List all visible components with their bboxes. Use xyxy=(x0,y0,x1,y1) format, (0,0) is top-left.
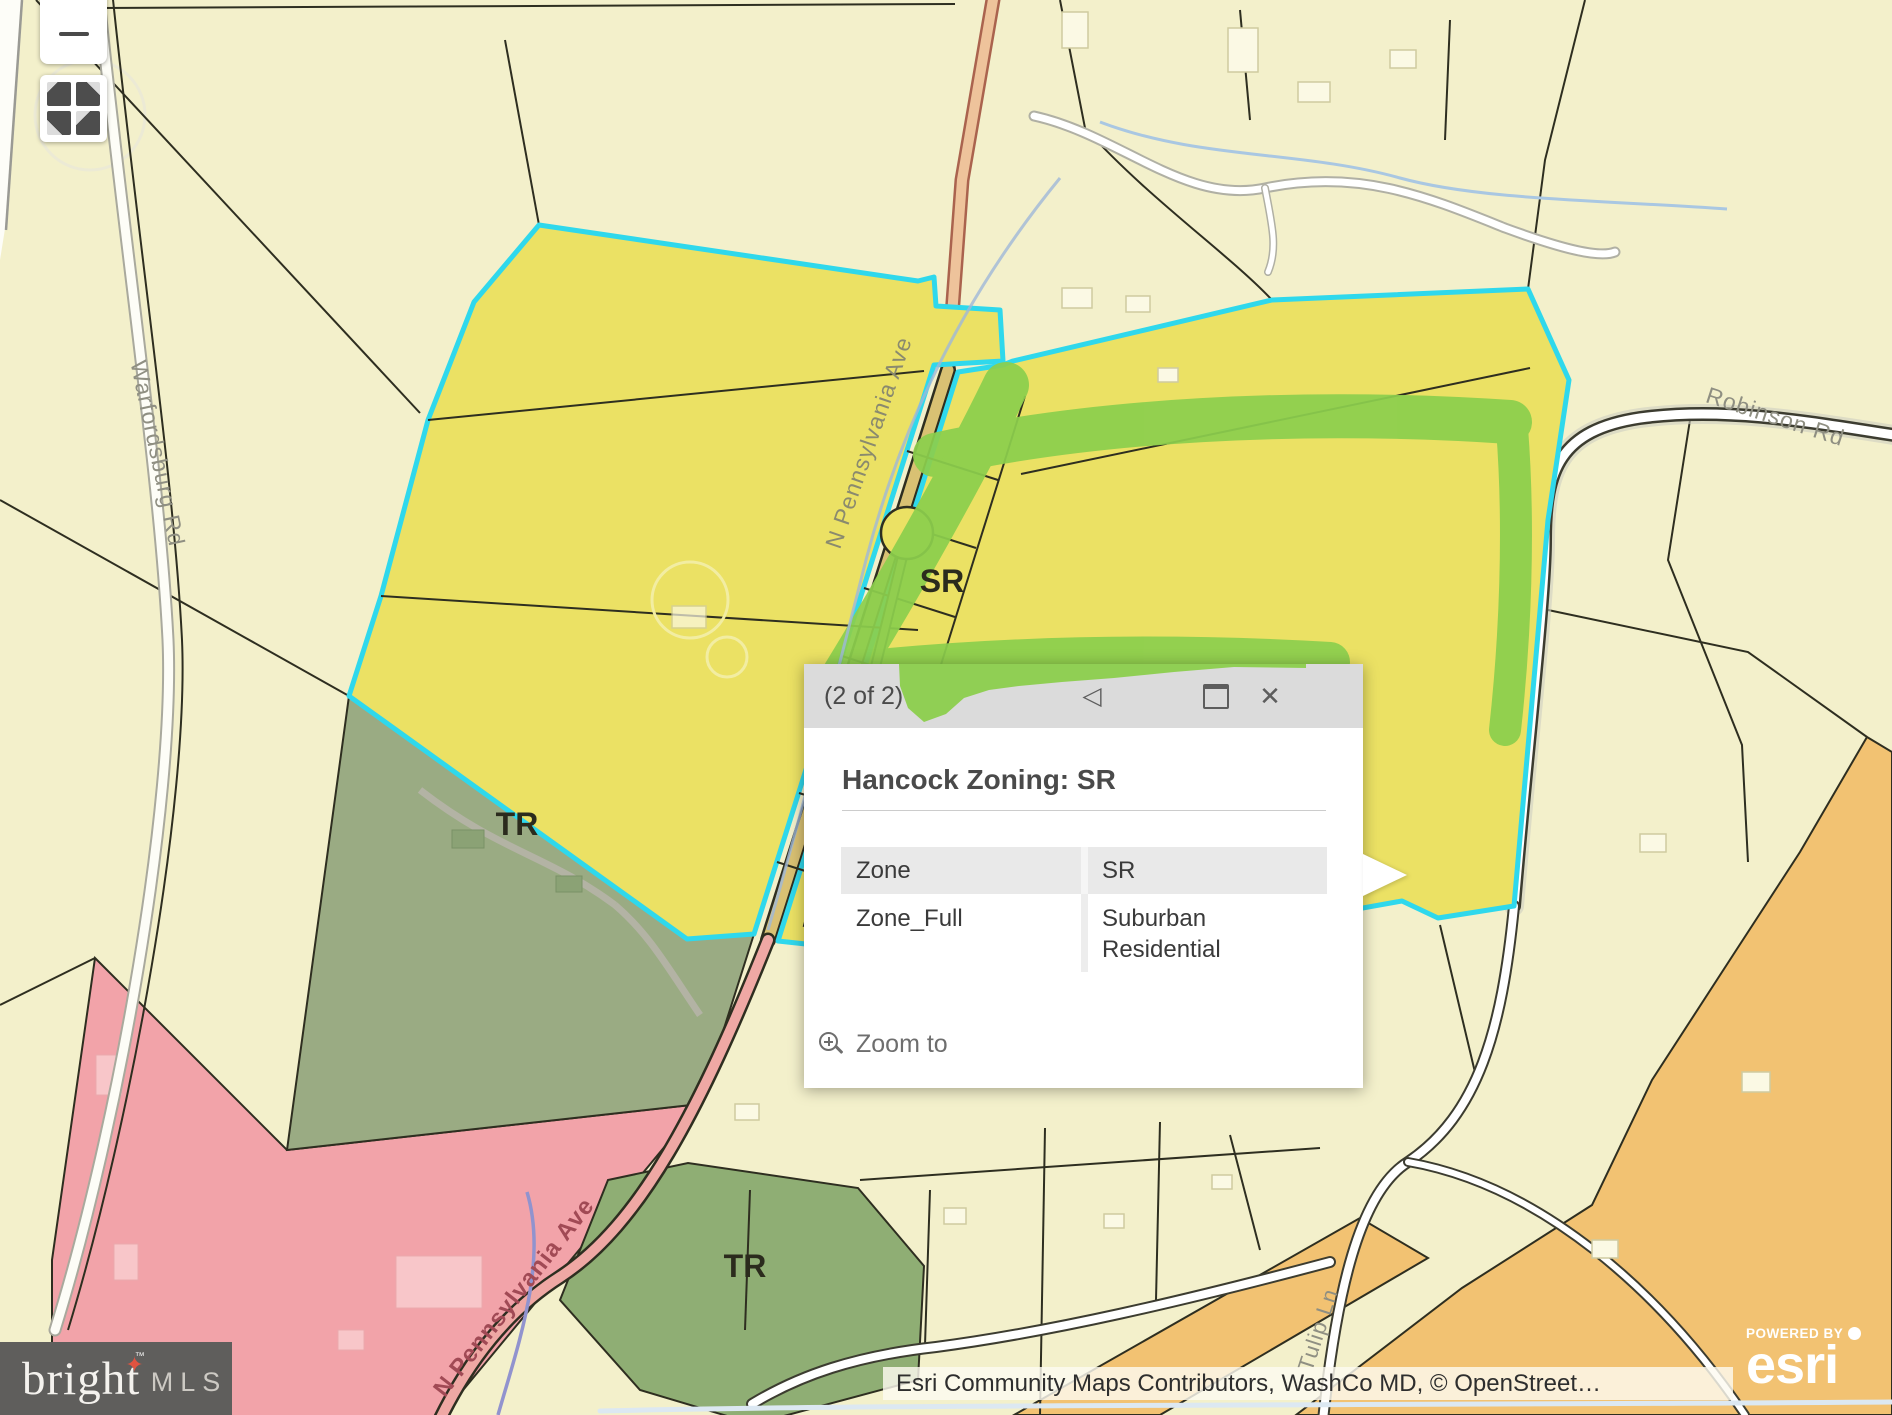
zoom-to-action[interactable]: Zoom to xyxy=(818,1030,948,1059)
table-row: Zone SR xyxy=(841,847,1327,894)
field-value-cell: Suburban Residential xyxy=(1088,894,1327,972)
popup-pagination: (2 of 2) xyxy=(824,682,903,711)
popup-close-button[interactable]: ✕ xyxy=(1248,664,1292,728)
zone-label-tr-left: TR xyxy=(496,806,539,842)
attribute-table: Zone SR Zone_Full Suburban Residential xyxy=(841,847,1327,972)
popup-pointer-arrow xyxy=(1363,854,1407,896)
map-attribution: Esri Community Maps Contributors, WashCo… xyxy=(883,1367,1733,1400)
popup-prev-button[interactable]: ◁ xyxy=(1072,664,1112,728)
table-row: Zone_Full Suburban Residential xyxy=(841,894,1327,972)
brightmls-logo: bright ✦ ™ MLS xyxy=(0,1342,232,1415)
magnifier-plus-icon xyxy=(818,1031,845,1058)
zone-label-tr-bottom: TR xyxy=(724,1248,767,1284)
zone-label-sr: SR xyxy=(920,563,964,599)
field-value-cell: SR xyxy=(1088,847,1327,894)
title-divider xyxy=(842,810,1326,811)
basemap-thumb-icon xyxy=(76,111,100,135)
popup-title: Hancock Zoning: SR xyxy=(842,764,1326,796)
field-name-cell: Zone_Full xyxy=(841,894,1081,972)
esri-logo: POWERED BY esri xyxy=(1746,1326,1861,1387)
minus-icon xyxy=(59,32,89,36)
map-viewer-screen: SR TR TR Warfordsburg Rd N Pennsylvania … xyxy=(0,0,1892,1415)
basemap-thumb-icon xyxy=(47,82,71,106)
cell-divider xyxy=(1081,847,1088,894)
field-name-cell: Zone xyxy=(841,847,1081,894)
basemap-thumb-icon xyxy=(76,82,100,106)
brand-word: bright xyxy=(22,1352,140,1406)
basemap-gallery-button[interactable] xyxy=(40,75,107,142)
feature-popup: (2 of 2) ◁ ✕ Hancock Zoning: SR Zone SR … xyxy=(804,664,1363,1088)
zoom-to-label: Zoom to xyxy=(856,1030,948,1059)
cell-divider xyxy=(1081,894,1088,972)
brand-suffix: MLS xyxy=(151,1367,228,1398)
maximize-icon xyxy=(1203,684,1229,709)
esri-wordmark: esri xyxy=(1746,1343,1861,1387)
esri-globe-icon xyxy=(1848,1327,1861,1340)
popup-header: (2 of 2) ◁ ✕ xyxy=(804,664,1363,728)
trademark-symbol: ™ xyxy=(135,1351,145,1362)
zoom-out-button[interactable] xyxy=(40,0,107,64)
popup-maximize-button[interactable] xyxy=(1196,664,1236,728)
basemap-thumb-icon xyxy=(47,111,71,135)
